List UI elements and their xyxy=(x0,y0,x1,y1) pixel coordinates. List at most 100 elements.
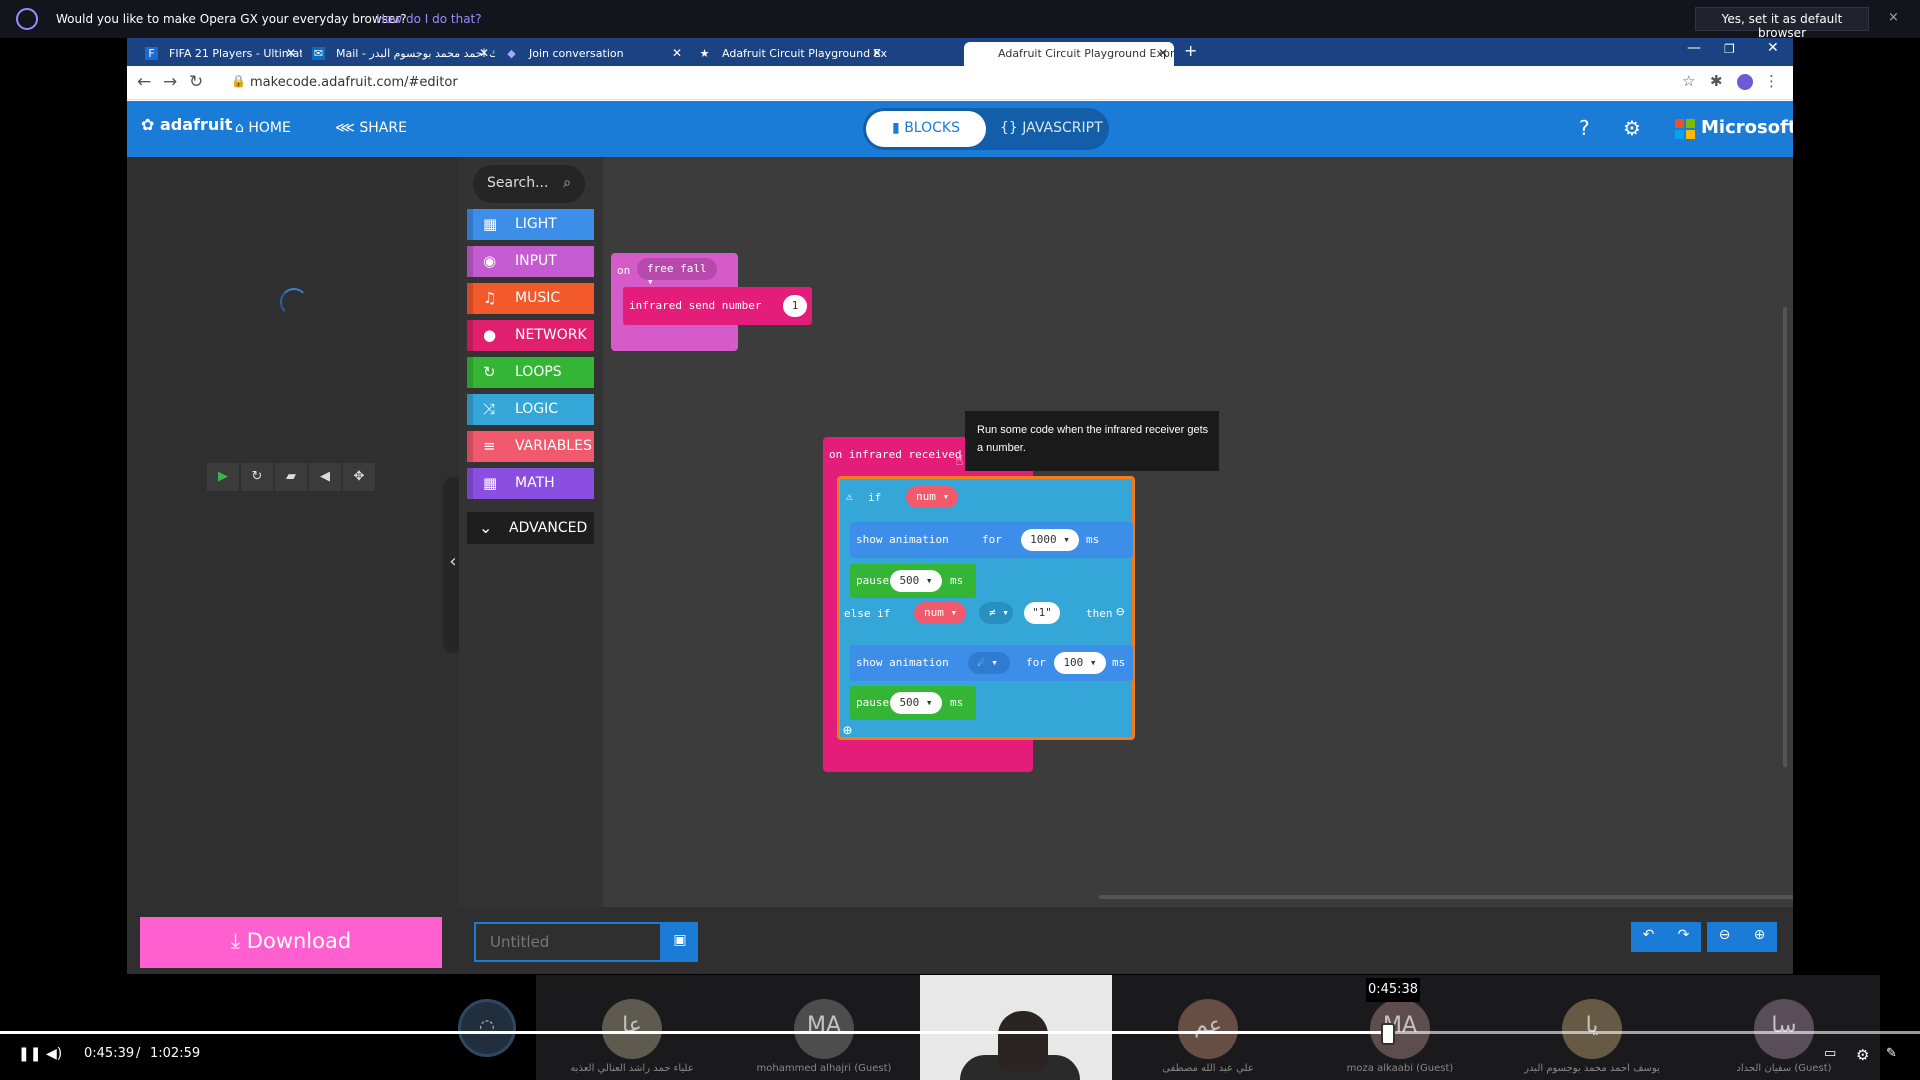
pause-duration-field-2[interactable]: 500 ▾ xyxy=(890,692,942,714)
target-icon: ◉ xyxy=(483,252,497,270)
category-logic[interactable]: ⤨ LOGIC xyxy=(467,394,594,425)
video-settings-gear-icon[interactable]: ⚙ xyxy=(1856,1046,1869,1064)
help-icon[interactable]: ? xyxy=(1579,116,1590,140)
zoom-out-icon[interactable]: ⊖ xyxy=(1707,922,1742,952)
number-value-field[interactable]: 1 xyxy=(783,295,807,317)
lock-icon: 🔒 xyxy=(231,74,246,88)
participant-tile[interactable]: يا يوسف احمد محمد بوجسوم البدر xyxy=(1496,975,1688,1080)
microsoft-label: Microsoft xyxy=(1701,117,1793,138)
notification-close-icon[interactable]: × xyxy=(1888,10,1899,25)
sim-restart-icon[interactable]: ↻ xyxy=(241,463,273,491)
seek-handle[interactable] xyxy=(1381,1023,1395,1045)
tab-fifa[interactable]: F FIFA 21 Players - Ultimate Team F ✕ xyxy=(135,42,302,66)
blocks-workspace[interactable]: on free fall ▾ infrared send number 1 on… xyxy=(603,157,1793,907)
set-default-button[interactable]: Yes, set it as default browser xyxy=(1695,7,1869,40)
else-if-num-dropdown[interactable]: num ▾ xyxy=(914,602,966,624)
tab-join-conversation[interactable]: ◆ Join conversation ✕ xyxy=(495,42,688,66)
animation-icon: ☄ xyxy=(978,656,985,669)
participant-tile[interactable]: ◌ xyxy=(390,975,536,1080)
workspace-horizontal-scrollbar[interactable] xyxy=(1099,895,1793,899)
pin-icon[interactable]: ✎ xyxy=(1886,1046,1897,1061)
download-button[interactable]: ⤓ Download xyxy=(140,917,442,968)
tab-close-icon[interactable]: ✕ xyxy=(286,46,296,60)
category-label: LOOPS xyxy=(515,364,562,380)
sim-screenshot-icon[interactable]: ▰ xyxy=(275,463,307,491)
pause-block-2[interactable]: pause 500 ▾ ms xyxy=(850,686,976,720)
captions-icon[interactable]: ▭ xyxy=(1824,1046,1836,1061)
redo-icon[interactable]: ↷ xyxy=(1666,922,1701,952)
menu-icon[interactable]: ⋮ xyxy=(1764,72,1779,90)
bookmark-star-icon[interactable]: ☆ xyxy=(1682,72,1695,90)
on-free-fall-block[interactable]: on free fall ▾ infrared send number 1 xyxy=(611,253,812,351)
tab-strip: F FIFA 21 Players - Ultimate Team F ✕ ✉ … xyxy=(127,38,1793,66)
settings-gear-icon[interactable]: ⚙ xyxy=(1623,116,1641,140)
toolbox-search-input[interactable]: Search... ⌕ xyxy=(473,165,585,203)
compare-value-field[interactable]: "1" xyxy=(1024,602,1060,624)
category-loops[interactable]: ↻ LOOPS xyxy=(467,357,594,388)
tab-adafruit-1[interactable]: ★ Adafruit Circuit Playground Expr ✕ xyxy=(688,42,888,66)
category-input[interactable]: ◉ INPUT xyxy=(467,246,594,277)
category-network[interactable]: ● NETWORK xyxy=(467,320,594,351)
category-advanced[interactable]: ⌄ ADVANCED xyxy=(467,512,594,544)
javascript-mode-button[interactable]: {} JAVASCRIPT xyxy=(1000,120,1103,136)
sim-play-icon[interactable]: ▶ xyxy=(207,463,239,491)
window-close-icon[interactable]: ✕ xyxy=(1767,40,1779,56)
animation-picker-dropdown[interactable]: ☄ ▾ xyxy=(968,652,1010,674)
remove-branch-icon[interactable]: ⊖ xyxy=(1116,604,1124,620)
pause-block-1[interactable]: pause 500 ▾ ms xyxy=(850,564,976,598)
zoom-in-icon[interactable]: ⊕ xyxy=(1742,922,1777,952)
category-variables[interactable]: ≡ VARIABLES xyxy=(467,431,594,462)
extensions-icon[interactable]: ✱ xyxy=(1710,72,1723,90)
show-animation-block-2[interactable]: show animation ☄ ▾ for 100 ▾ ms xyxy=(850,645,1133,681)
home-button[interactable]: ⌂ HOME xyxy=(235,120,291,136)
new-tab-icon[interactable]: + xyxy=(1184,41,1197,60)
participant-tile[interactable]: عا علياء حمد راشد العنالي العذبه xyxy=(536,975,728,1080)
how-do-i-link[interactable]: How do I do that? xyxy=(376,12,482,26)
tab-close-icon[interactable]: ✕ xyxy=(479,46,489,60)
tab-close-icon[interactable]: ✕ xyxy=(872,46,882,60)
if-label: if xyxy=(868,491,882,504)
if-num-dropdown[interactable]: num ▾ xyxy=(906,486,958,508)
address-bar-url[interactable]: makecode.adafruit.com/#editor xyxy=(250,75,458,90)
participant-video-tile[interactable] xyxy=(920,975,1112,1080)
free-fall-dropdown[interactable]: free fall ▾ xyxy=(637,258,717,288)
reload-icon[interactable]: ↻ xyxy=(189,72,203,92)
undo-icon[interactable]: ↶ xyxy=(1631,922,1666,952)
pause-duration-field-1[interactable]: 500 ▾ xyxy=(890,570,942,592)
sim-mute-icon[interactable]: ◀ xyxy=(309,463,341,491)
profile-avatar[interactable] xyxy=(1737,74,1753,90)
participant-tile[interactable]: عم علي عبد الله مصطفى xyxy=(1112,975,1304,1080)
sim-fullscreen-icon[interactable]: ✥ xyxy=(343,463,375,491)
video-progress-bar[interactable] xyxy=(0,1031,1920,1034)
duration-field-2[interactable]: 100 ▾ xyxy=(1054,652,1106,674)
restore-icon[interactable]: ❐ xyxy=(1724,42,1735,56)
participant-tile[interactable]: MA mohammed alhajri (Guest) xyxy=(728,975,920,1080)
volume-icon[interactable]: ◀) xyxy=(46,1046,62,1062)
tab-close-icon[interactable]: ✕ xyxy=(672,46,682,60)
operator-dropdown[interactable]: ≠ ▾ xyxy=(979,602,1013,624)
adafruit-logo[interactable]: ✿ adafruit xyxy=(141,115,232,134)
tab-adafruit-active[interactable]: Adafruit Circuit Playground Expr ✕ xyxy=(964,42,1174,66)
participant-tile[interactable]: سا سفيان الحداد (Guest) xyxy=(1688,975,1880,1080)
category-math[interactable]: ▦ MATH xyxy=(467,468,594,499)
infrared-send-number-block[interactable]: infrared send number 1 xyxy=(623,287,812,325)
category-music[interactable]: ♫ MUSIC xyxy=(467,283,594,314)
forward-icon[interactable]: → xyxy=(163,72,177,92)
workspace-vertical-scrollbar[interactable] xyxy=(1783,307,1787,767)
duration-field-1[interactable]: 1000 ▾ xyxy=(1021,529,1079,551)
pause-icon[interactable]: ❚❚ xyxy=(18,1046,41,1062)
tab-label: Mail - بك احمد محمد بوجسوم البدر xyxy=(336,47,495,60)
save-project-icon[interactable]: ▣ xyxy=(662,922,698,962)
grid-icon: ▦ xyxy=(483,215,498,233)
category-light[interactable]: ▦ LIGHT xyxy=(467,209,594,240)
share-button[interactable]: ⋘ SHARE xyxy=(335,120,407,136)
show-animation-block-1[interactable]: show animation for 1000 ▾ ms xyxy=(850,522,1133,558)
blocks-mode-button[interactable]: ▮ BLOCKS xyxy=(866,111,986,147)
participant-name: يوسف احمد محمد بوجسوم البدر xyxy=(1524,1063,1660,1074)
back-icon[interactable]: ← xyxy=(137,72,151,92)
tab-mail[interactable]: ✉ Mail - بك احمد محمد بوجسوم البدر ✕ xyxy=(302,42,495,66)
project-name-input[interactable]: Untitled xyxy=(474,922,662,962)
add-branch-icon[interactable]: ⊕ xyxy=(843,721,852,739)
minimize-icon[interactable]: — xyxy=(1687,40,1701,56)
tab-close-icon[interactable]: ✕ xyxy=(1158,46,1168,60)
